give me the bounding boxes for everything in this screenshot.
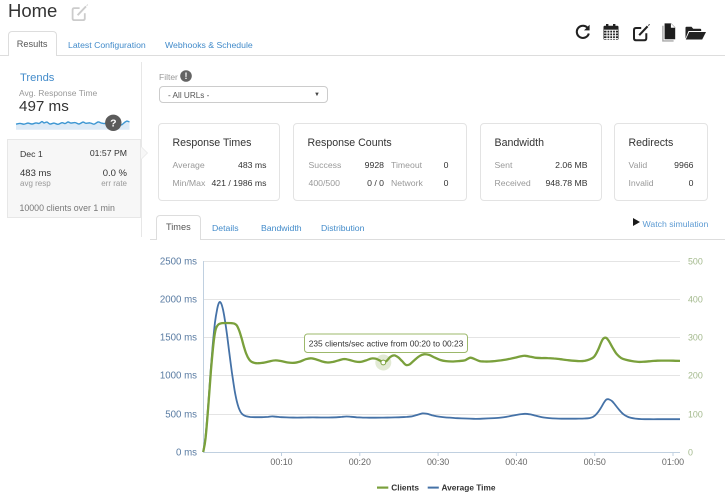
svg-text:00:40: 00:40 <box>505 457 527 467</box>
svg-text:200: 200 <box>688 371 703 381</box>
svg-text:1000 ms: 1000 ms <box>160 371 197 382</box>
svg-text:?: ? <box>110 118 116 130</box>
svg-text:Average Time: Average Time <box>442 482 496 492</box>
svg-text:!: ! <box>185 71 188 81</box>
svg-text:2500 ms: 2500 ms <box>160 257 197 268</box>
svg-text:0 ms: 0 ms <box>176 448 197 459</box>
svg-text:00:30: 00:30 <box>427 457 449 467</box>
svg-text:0: 0 <box>688 448 693 458</box>
svg-text:00:50: 00:50 <box>584 457 606 467</box>
svg-text:235 clients/sec active from 00: 235 clients/sec active from 00:20 to 00:… <box>309 339 464 349</box>
svg-text:2000 ms: 2000 ms <box>160 295 197 306</box>
svg-text:500: 500 <box>688 257 703 267</box>
svg-text:100: 100 <box>688 410 703 420</box>
svg-text:Clients: Clients <box>391 482 419 492</box>
svg-text:1500 ms: 1500 ms <box>160 333 197 344</box>
svg-text:00:20: 00:20 <box>349 457 371 467</box>
svg-text:500 ms: 500 ms <box>165 410 197 421</box>
svg-text:300: 300 <box>688 333 703 343</box>
svg-text:00:10: 00:10 <box>270 457 292 467</box>
svg-text:01:00: 01:00 <box>662 457 684 467</box>
svg-text:400: 400 <box>688 295 703 305</box>
